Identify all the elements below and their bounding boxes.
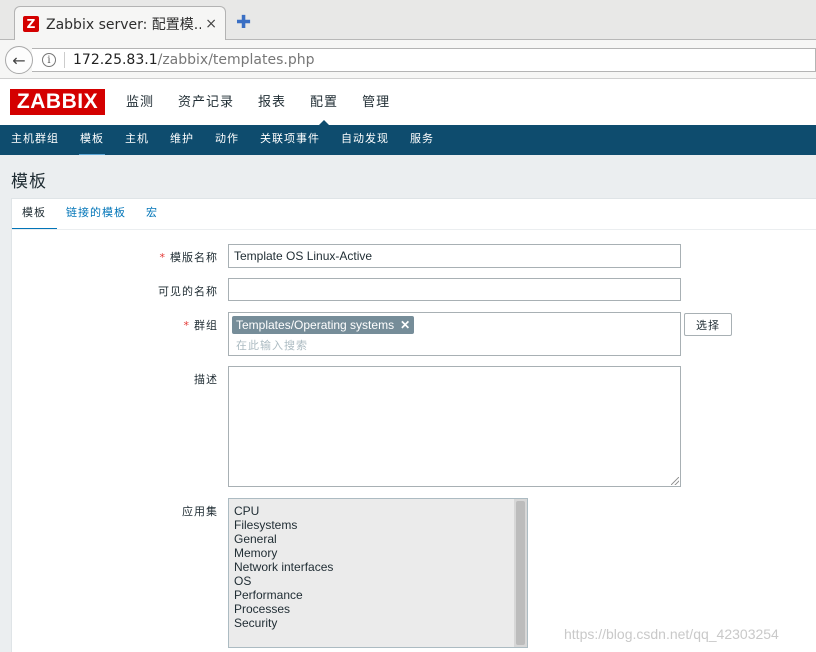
listbox-scrollbar[interactable]	[514, 499, 527, 647]
top-menu: 监测 资产记录 报表 配置 管理	[126, 80, 414, 126]
list-item[interactable]: Network interfaces	[229, 560, 333, 574]
submenu-event-correlation[interactable]: 关联项事件	[260, 125, 320, 155]
scrollbar-thumb[interactable]	[516, 501, 525, 645]
template-name-label: * 模版名称	[159, 251, 218, 264]
list-item[interactable]: Filesystems	[229, 518, 333, 532]
watermark: https://blog.csdn.net/qq_42303254	[564, 626, 779, 642]
submenu-actions[interactable]: 动作	[215, 125, 239, 155]
submenu-discovery[interactable]: 自动发现	[341, 125, 389, 155]
browser-tab-title: Zabbix server: 配置模...	[46, 16, 202, 33]
browser-navbar: i 172.25.83.1 /zabbix/templates.php ←	[0, 40, 816, 79]
top-menu-inventory[interactable]: 资产记录	[178, 80, 234, 125]
submenu-services[interactable]: 服务	[410, 125, 434, 155]
top-menu-reports[interactable]: 报表	[258, 80, 286, 125]
list-item[interactable]: Performance	[229, 588, 333, 602]
submenu-templates[interactable]: 模板	[79, 125, 105, 157]
new-tab-icon[interactable]: ✚	[236, 12, 251, 33]
submenu-host-groups[interactable]: 主机群组	[11, 125, 59, 155]
form-tabs: 模板 链接的模板 宏	[11, 198, 816, 231]
list-item[interactable]: CPU	[229, 504, 333, 518]
applications-listbox[interactable]: CPU Filesystems General Memory Network i…	[228, 498, 528, 648]
list-item[interactable]: Security	[229, 616, 333, 630]
description-textarea[interactable]	[228, 366, 681, 487]
zabbix-favicon-icon: Z	[23, 15, 39, 32]
list-item[interactable]: Processes	[229, 602, 333, 616]
back-arrow-icon[interactable]: ←	[5, 46, 33, 74]
site-info-icon[interactable]: i	[42, 53, 56, 67]
applications-label: 应用集	[182, 505, 218, 518]
visible-name-label: 可见的名称	[158, 285, 218, 298]
list-item[interactable]: Memory	[229, 546, 333, 560]
groups-search-placeholder[interactable]: 在此输入搜索	[236, 337, 308, 353]
submenu-hosts[interactable]: 主机	[125, 125, 149, 155]
groups-multiselect[interactable]: Templates/Operating systems ✕ 在此输入搜索	[228, 312, 681, 356]
url-bar[interactable]: i 172.25.83.1 /zabbix/templates.php	[32, 48, 816, 72]
url-host: 172.25.83.1	[73, 52, 158, 68]
zabbix-logo[interactable]: ZABBIX	[10, 89, 105, 115]
tab-linked-templates[interactable]: 链接的模板	[66, 199, 126, 229]
resize-grip-icon[interactable]	[671, 477, 679, 485]
page-title: 模板	[11, 172, 47, 192]
groups-label: * 群组	[183, 319, 218, 332]
template-name-input[interactable]: Template OS Linux-Active	[228, 244, 681, 268]
list-item[interactable]: OS	[229, 574, 333, 588]
remove-chip-icon[interactable]: ✕	[400, 318, 410, 332]
top-menu-monitoring[interactable]: 监测	[126, 80, 154, 125]
select-groups-button[interactable]: 选择	[684, 313, 732, 336]
close-tab-icon[interactable]: ×	[205, 16, 217, 32]
description-label: 描述	[194, 373, 218, 386]
browser-tab[interactable]: Z Zabbix server: 配置模... ×	[14, 6, 226, 40]
tab-template[interactable]: 模板	[12, 199, 57, 231]
url-path: /zabbix/templates.php	[157, 52, 315, 68]
top-menu-administration[interactable]: 管理	[362, 80, 390, 125]
url-separator	[64, 52, 65, 68]
tab-macros[interactable]: 宏	[146, 199, 158, 229]
top-menu-configuration[interactable]: 配置	[310, 80, 338, 126]
visible-name-input[interactable]	[228, 278, 681, 301]
list-item[interactable]: General	[229, 532, 333, 546]
config-submenu: 主机群组 模板 主机 维护 动作 关联项事件 自动发现 服务	[0, 125, 816, 157]
zabbix-header: ZABBIX 监测 资产记录 报表 配置 管理	[0, 80, 816, 126]
group-chip: Templates/Operating systems ✕	[232, 316, 415, 334]
applications-list: CPU Filesystems General Memory Network i…	[229, 504, 333, 630]
submenu-maintenance[interactable]: 维护	[170, 125, 194, 155]
browser-tabstrip: Z Zabbix server: 配置模... × ✚	[0, 0, 816, 40]
